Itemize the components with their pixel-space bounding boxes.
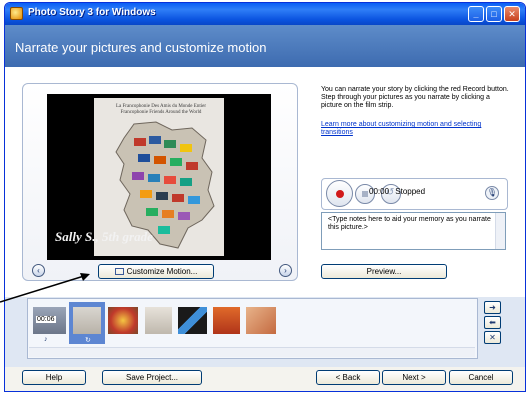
annotation-arrow (0, 273, 90, 303)
